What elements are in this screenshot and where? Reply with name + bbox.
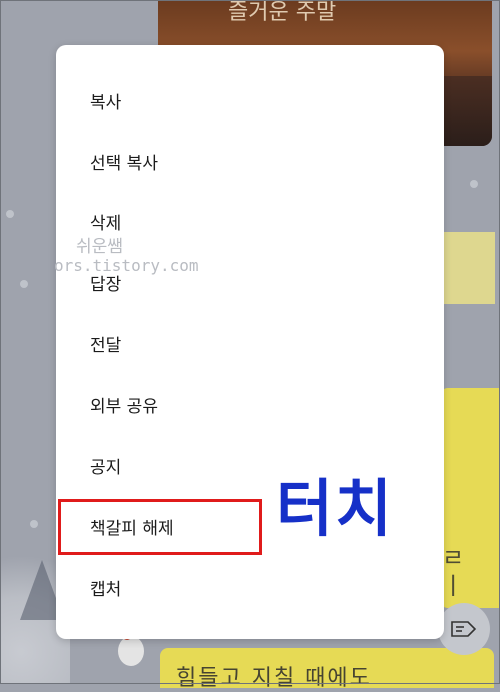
menu-item-capture[interactable]: 캡처: [56, 558, 444, 616]
menu-item-select-copy[interactable]: 선택 복사: [56, 132, 444, 190]
touch-annotation: 터치: [276, 472, 395, 545]
menu-item-label: 캡처: [90, 579, 122, 600]
menu-item-external-share[interactable]: 외부 공유: [56, 375, 444, 433]
bubble-char: ㅣ: [442, 572, 465, 600]
chat-bubble-bottom: 힘들고 지칠 때에도: [160, 648, 494, 691]
snow-dot: [30, 520, 38, 528]
menu-item-label: 전달: [90, 335, 122, 356]
bird-decoration: [118, 630, 144, 666]
snow-dot: [20, 280, 28, 288]
chat-bubble-yellow: ㄹ ㅣ: [440, 388, 500, 608]
share-tag-icon[interactable]: [438, 603, 490, 655]
menu-item-label: 공지: [90, 457, 122, 478]
menu-item-forward[interactable]: 전달: [56, 314, 444, 372]
snow-dot: [470, 180, 478, 188]
menu-item-label: 외부 공유: [90, 396, 158, 417]
watermark-name: 쉬운쌤: [76, 237, 123, 257]
chat-image-title: 즐거운 주말: [228, 0, 337, 25]
menu-item-label: 선택 복사: [90, 153, 158, 174]
menu-item-label: 삭제: [90, 213, 122, 234]
watermark-url: ors.tistory.com: [54, 256, 199, 275]
menu-item-label: 책갈피 해제: [90, 518, 174, 539]
share-tag-icon-svg: [451, 621, 477, 637]
menu-item-copy[interactable]: 복사: [56, 71, 444, 129]
snow-dot: [6, 210, 14, 218]
message-context-menu: 복사 선택 복사 삭제 답장 전달 외부 공유 공지 책갈피 해제 캡처: [56, 45, 444, 639]
chat-bubble-text: 힘들고 지칠 때에도: [176, 666, 372, 691]
chat-bubble-partial: [435, 232, 495, 304]
menu-item-label: 복사: [90, 92, 122, 113]
